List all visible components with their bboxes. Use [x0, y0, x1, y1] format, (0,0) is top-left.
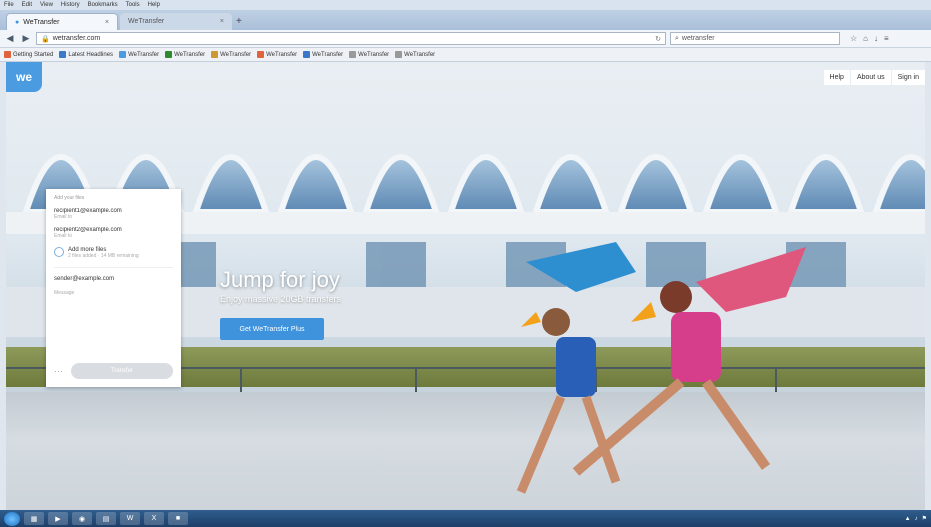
menu-edit[interactable]: Edit — [22, 2, 32, 8]
tab-inactive[interactable]: WeTransfer × — [120, 13, 232, 30]
nav-about[interactable]: About us — [850, 70, 891, 85]
navigation-bar: ◀ ▶ 🔒 wetransfer.com ↻ ⌕ wetransfer ☆ ⌂ … — [0, 30, 931, 48]
bookmark-item[interactable]: WeTransfer — [349, 51, 389, 58]
search-text: wetransfer — [681, 35, 715, 42]
bookmark-item[interactable]: WeTransfer — [395, 51, 435, 58]
close-tab-icon[interactable]: × — [220, 18, 224, 25]
transfer-panel: Add your files recipient1@example.com Em… — [46, 189, 181, 387]
back-icon[interactable]: ◀ — [4, 33, 16, 45]
menu-bookmarks[interactable]: Bookmarks — [88, 2, 118, 8]
tab-active[interactable]: ● WeTransfer × — [6, 13, 118, 30]
lock-icon: 🔒 — [41, 35, 50, 43]
forward-icon[interactable]: ▶ — [20, 33, 32, 45]
wetransfer-logo[interactable]: we — [6, 62, 42, 92]
word-icon[interactable]: W — [120, 512, 140, 525]
download-icon[interactable]: ↓ — [874, 34, 878, 43]
panel-header: Add your files — [54, 195, 85, 201]
close-tab-icon[interactable]: × — [105, 19, 109, 26]
media-icon[interactable]: ▶ — [48, 512, 68, 525]
menu-icon[interactable]: ≡ — [884, 34, 889, 43]
folder-icon[interactable]: ▤ — [96, 512, 116, 525]
hero-title: Jump for joy — [220, 267, 340, 292]
address-bar[interactable]: 🔒 wetransfer.com ↻ — [36, 32, 666, 45]
network-icon[interactable]: ▲ — [905, 516, 911, 522]
favicon-icon: ● — [15, 18, 20, 26]
nav-sign-in[interactable]: Sign in — [891, 70, 925, 85]
bookmark-icon — [4, 51, 11, 58]
browser-icon[interactable]: ◉ — [72, 512, 92, 525]
add-files-item[interactable]: Add more files 2 files added · 14 MB rem… — [54, 247, 173, 259]
divider — [54, 267, 173, 268]
menu-history[interactable]: History — [61, 2, 80, 8]
bookmark-item[interactable]: WeTransfer — [119, 51, 159, 58]
url-text: wetransfer.com — [52, 35, 101, 42]
bookmark-icon — [349, 51, 357, 58]
taskbar: ▦ ▶ ◉ ▤ W X ■ ▲ ♪ ⚑ — [0, 510, 931, 527]
tab-label: WeTransfer — [23, 18, 60, 26]
explorer-icon[interactable]: ▦ — [24, 512, 44, 525]
home-icon[interactable]: ⌂ — [863, 34, 868, 43]
bookmark-icon — [395, 51, 403, 58]
system-tray: ▲ ♪ ⚑ — [905, 515, 927, 523]
plus-circle-icon — [54, 247, 64, 257]
bookmark-item[interactable]: WeTransfer — [257, 51, 297, 58]
new-tab-icon[interactable]: + — [236, 16, 242, 27]
tab-strip: ● WeTransfer × WeTransfer × + — [0, 10, 931, 30]
message-field[interactable]: Message — [54, 290, 173, 296]
menu-tools[interactable]: Tools — [126, 2, 140, 8]
bookmark-icon — [119, 51, 127, 58]
star-icon[interactable]: ☆ — [850, 34, 857, 43]
bookmarks-bar: Getting Started Latest Headlines WeTrans… — [0, 48, 931, 62]
top-navigation: Help About us Sign in — [823, 70, 925, 85]
excel-icon[interactable]: X — [144, 512, 164, 525]
menu-help[interactable]: Help — [148, 2, 160, 8]
start-button[interactable] — [4, 511, 20, 526]
search-box[interactable]: ⌕ wetransfer — [670, 32, 840, 45]
hero-subtitle: Enjoy massive 20GB transfers — [220, 294, 342, 304]
search-icon: ⌕ — [675, 34, 679, 42]
bookmark-item[interactable]: Getting Started — [4, 51, 53, 58]
bookmark-item[interactable]: Latest Headlines — [59, 51, 113, 58]
get-plus-button[interactable]: Get WeTransfer Plus — [220, 318, 324, 340]
recipient-email-1[interactable]: recipient1@example.com Email to — [54, 208, 173, 220]
bookmark-icon — [165, 51, 173, 58]
flag-icon[interactable]: ⚑ — [922, 515, 927, 522]
tab-label: WeTransfer — [128, 18, 165, 25]
running-kids-photo — [516, 242, 806, 494]
bookmark-item[interactable]: WeTransfer — [165, 51, 205, 58]
your-email-field[interactable]: sender@example.com — [54, 276, 173, 282]
menu-bar: File Edit View History Bookmarks Tools H… — [0, 0, 931, 10]
menu-file[interactable]: File — [4, 2, 14, 8]
bookmark-icon — [59, 51, 67, 58]
transfer-button[interactable]: Transfer — [71, 363, 173, 379]
bookmark-icon — [257, 51, 265, 58]
web-page: we Help About us Sign in Jump for joy En… — [6, 62, 925, 510]
menu-view[interactable]: View — [40, 2, 53, 8]
bookmark-item[interactable]: WeTransfer — [211, 51, 251, 58]
nav-help[interactable]: Help — [823, 70, 850, 85]
recipient-email-2[interactable]: recipient2@example.com Email to — [54, 227, 173, 239]
bookmark-item[interactable]: WeTransfer — [303, 51, 343, 58]
more-options-icon[interactable]: ⋯ — [54, 366, 63, 377]
volume-icon[interactable]: ♪ — [915, 516, 918, 522]
app-icon[interactable]: ■ — [168, 512, 188, 525]
bookmark-icon — [303, 51, 311, 58]
reload-icon[interactable]: ↻ — [655, 35, 661, 43]
bookmark-icon — [211, 51, 219, 58]
